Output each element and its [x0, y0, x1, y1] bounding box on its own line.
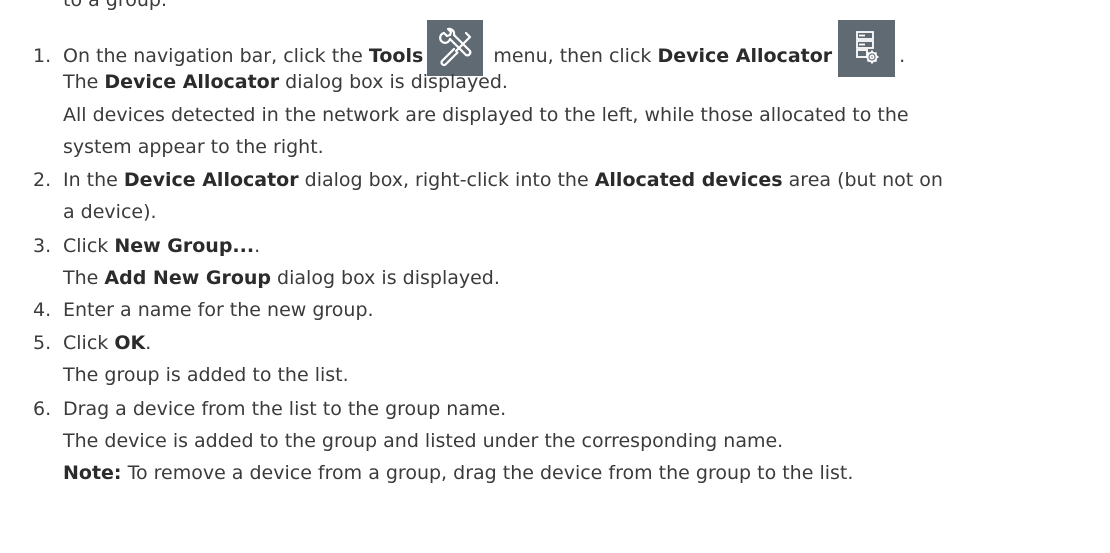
- text: Click: [63, 332, 115, 354]
- step-number: 6.: [33, 398, 52, 420]
- text: .: [254, 235, 261, 257]
- text: area (but not on: [782, 169, 943, 191]
- text: dialog box is displayed.: [271, 267, 500, 289]
- step-1-line-4: system appear to the right.: [63, 136, 324, 158]
- step-6-line-3: Note: To remove a device from a group, d…: [63, 460, 853, 486]
- text: The: [63, 267, 105, 289]
- tools-icon: [427, 20, 484, 76]
- text: dialog box is displayed.: [279, 71, 508, 93]
- step-5-line-1: Click OK.: [63, 330, 151, 356]
- text: .: [145, 332, 152, 354]
- step-1-line-2: The Device Allocator dialog box is displ…: [63, 69, 508, 95]
- device-allocator-label: Device Allocator: [123, 169, 299, 191]
- step-number: 2.: [33, 169, 52, 191]
- device-allocator-label: Device Allocator: [104, 71, 280, 93]
- step-1-line-3: All devices detected in the network are …: [63, 104, 909, 126]
- text: Click: [63, 235, 115, 257]
- step-4-line-1: Enter a name for the new group.: [63, 299, 374, 321]
- device-allocator-label: Device Allocator: [657, 45, 833, 67]
- step-2-line-2: a device).: [63, 201, 157, 223]
- allocated-devices-label: Allocated devices: [594, 169, 783, 191]
- text: In the: [63, 169, 124, 191]
- text: .: [899, 45, 906, 67]
- step-number: 4.: [33, 299, 52, 321]
- text: menu, then click: [487, 45, 658, 67]
- text: The: [63, 71, 105, 93]
- new-group-label: New Group...: [114, 235, 255, 257]
- text: On the navigation bar, click the: [63, 45, 369, 67]
- ok-label: OK: [114, 332, 146, 354]
- step-3-line-1: Click New Group....: [63, 233, 260, 259]
- step-6-line-1: Drag a device from the list to the group…: [63, 398, 507, 420]
- step-2-line-1: In the Device Allocator dialog box, righ…: [63, 167, 943, 193]
- step-number: 5.: [33, 332, 52, 354]
- procedure-steps: 1. On the navigation bar, click the Tool…: [0, 0, 1110, 553]
- text: To remove a device from a group, drag th…: [121, 462, 854, 484]
- note-label: Note:: [63, 462, 122, 484]
- text: dialog box, right-click into the: [298, 169, 595, 191]
- step-3-line-2: The Add New Group dialog box is displaye…: [63, 265, 500, 291]
- step-number: 1.: [33, 45, 52, 67]
- add-new-group-label: Add New Group: [104, 267, 272, 289]
- tools-menu-label: Tools: [368, 45, 424, 67]
- step-6-line-2: The device is added to the group and lis…: [63, 430, 784, 452]
- device-allocator-icon: [838, 20, 896, 77]
- step-5-line-2: The group is added to the list.: [63, 364, 349, 386]
- step-number: 3.: [33, 235, 52, 257]
